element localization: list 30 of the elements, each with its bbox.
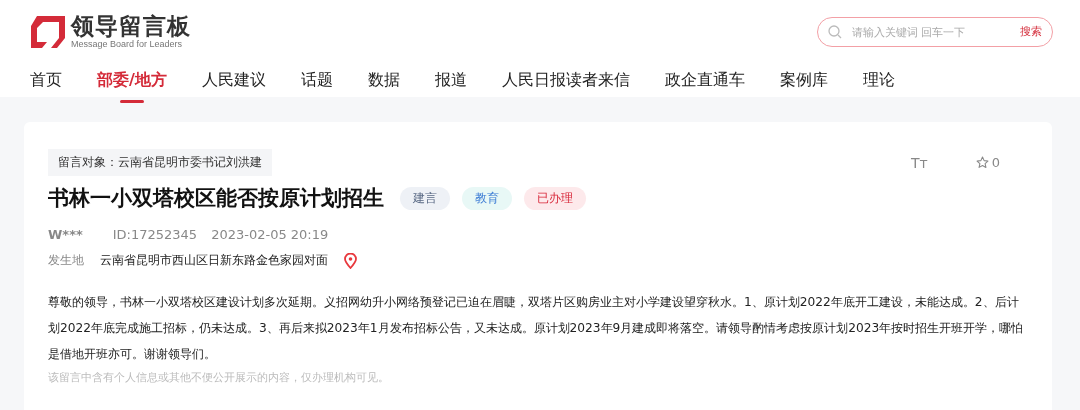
map-pin-icon bbox=[344, 252, 357, 269]
tag: 教育 bbox=[462, 186, 512, 210]
nav-tab[interactable]: 政企直通车 bbox=[664, 62, 745, 103]
nav-tab[interactable]: 理论 bbox=[862, 62, 895, 103]
message-title: 书林一小双塔校区能否按原计划招生 bbox=[48, 185, 384, 212]
message-id: ID:17252345 bbox=[112, 227, 198, 242]
nav-tab[interactable]: 数据 bbox=[367, 62, 400, 103]
location-label: 发生地 bbox=[48, 252, 84, 269]
font-size-button[interactable]: Tт bbox=[911, 154, 928, 171]
nav-tab[interactable]: 首页 bbox=[30, 62, 62, 103]
location-text: 云南省昆明市西山区日新东路金色家园对面 bbox=[100, 252, 328, 269]
nav-tab[interactable]: 话题 bbox=[300, 62, 333, 103]
search-icon bbox=[828, 24, 842, 39]
tag: 已办理 bbox=[524, 186, 586, 210]
tag: 建言 bbox=[400, 186, 450, 210]
author-name: W*** bbox=[48, 227, 83, 242]
nav-tab[interactable]: 人民建议 bbox=[201, 62, 266, 103]
search-button[interactable]: 搜索 bbox=[1020, 24, 1042, 39]
logo-icon bbox=[31, 15, 65, 48]
star-icon[interactable] bbox=[975, 156, 989, 169]
nav-tab[interactable]: 部委/地方 bbox=[97, 62, 167, 103]
nav-tab[interactable]: 案例库 bbox=[779, 62, 828, 103]
recipient-label: 留言对象：云南省昆明市委书记刘洪建 bbox=[48, 149, 272, 176]
post-time: 2023-02-05 20:19 bbox=[211, 227, 329, 242]
nav-tab[interactable]: 报道 bbox=[434, 62, 467, 103]
nav-tab[interactable]: 人民日报读者来信 bbox=[501, 62, 630, 103]
logo-title: 领导留言板 bbox=[71, 14, 191, 39]
message-body: 尊敬的领导，书林一小双塔校区建设计划多次延期。义招网幼升小网络预登记已迫在眉睫，双塔片区购房业主对小学建设望穿秋水。1、原计划2022年底开工建设，未能达成。2、后计划2022年底完成施工招标，仍未达成。3、再后来拟2023年1月发布招标公告，又未达成。原计划2023年9月建成即将落空。请领导酌情考虑按原计划2023年按时招生开班开学，哪怕是借地开班亦可。谢谢领导们。 bbox=[48, 294, 1025, 363]
favorite-count: 0 bbox=[991, 155, 1000, 170]
logo-subtitle: Message Board for Leaders bbox=[71, 39, 184, 49]
